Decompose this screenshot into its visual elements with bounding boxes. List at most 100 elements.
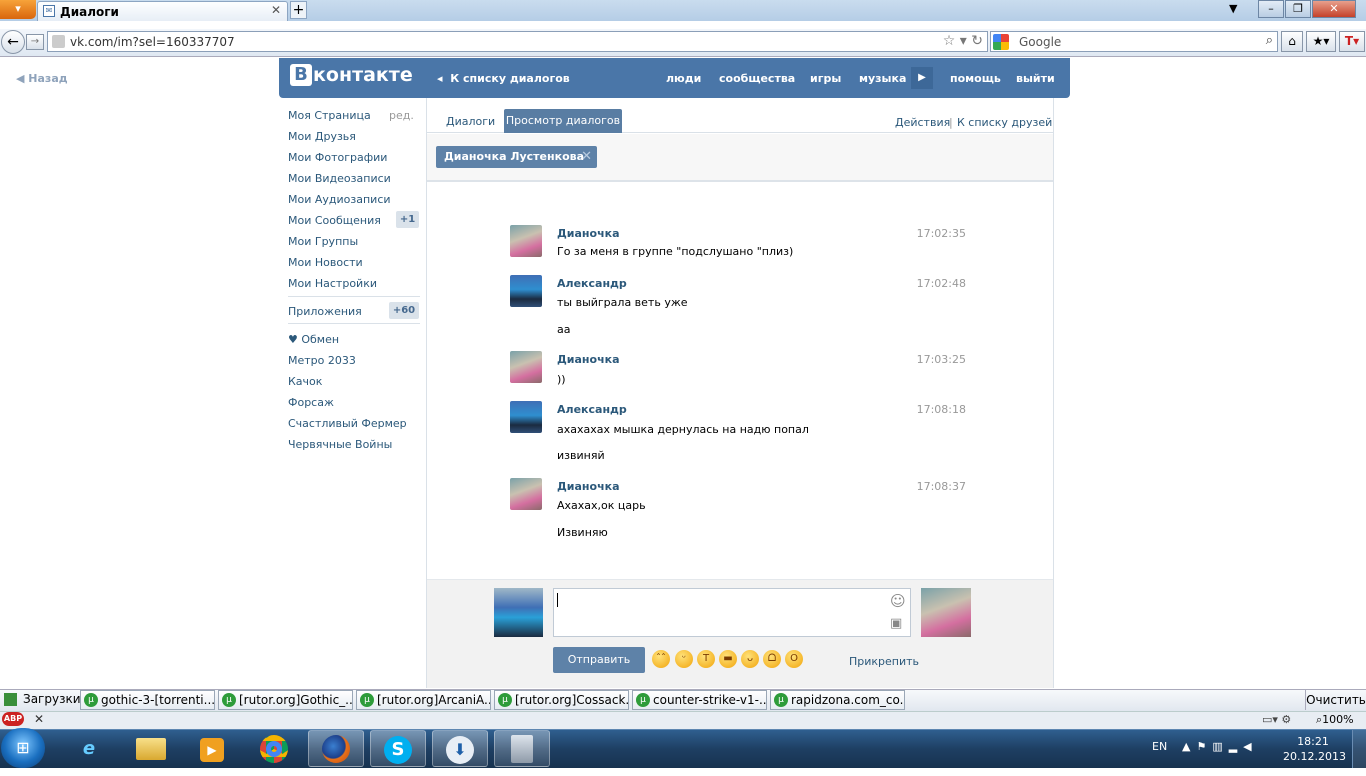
- menu-videos[interactable]: Мои Видеозаписи: [288, 172, 391, 185]
- language-indicator[interactable]: EN: [1152, 740, 1167, 753]
- avatar[interactable]: [510, 351, 542, 383]
- peer-avatar[interactable]: [921, 588, 971, 637]
- menu-news[interactable]: Мои Новости: [288, 256, 363, 269]
- apps-badge[interactable]: +60: [389, 302, 419, 319]
- download-manager-icon[interactable]: ⬇: [432, 730, 488, 767]
- menu-apps[interactable]: Приложения: [288, 305, 362, 318]
- nav-games[interactable]: игры: [810, 72, 841, 85]
- message-author[interactable]: Александр: [557, 403, 627, 416]
- clear-downloads-button[interactable]: Очистить: [1305, 690, 1366, 710]
- media-player-icon[interactable]: ▶: [184, 730, 240, 767]
- browser-tab[interactable]: ✉ Диалоги ✕: [37, 1, 288, 21]
- edit-link[interactable]: ред.: [389, 109, 414, 122]
- bookmarks-menu-button[interactable]: ★▾: [1306, 31, 1336, 52]
- nav-people[interactable]: люди: [666, 72, 701, 85]
- message-author[interactable]: Дианочка: [557, 227, 620, 240]
- download-item[interactable]: µ [rutor.org]ArcaniA...: [356, 690, 491, 710]
- tab-view-dialogs[interactable]: Просмотр диалогов: [504, 109, 622, 133]
- message-author[interactable]: Александр: [557, 277, 627, 290]
- message-time[interactable]: 17:08:37: [917, 480, 966, 493]
- message-author[interactable]: Дианочка: [557, 353, 620, 366]
- menu-audios[interactable]: Мои Аудиозаписи: [288, 193, 391, 206]
- peer-chip[interactable]: Дианочка Лустенкова ✕: [436, 146, 597, 168]
- to-friends-link[interactable]: К списку друзей: [957, 116, 1052, 129]
- app-item-exchange[interactable]: ♥ Обмен: [288, 333, 339, 346]
- close-addon-bar-icon[interactable]: ✕: [34, 712, 44, 726]
- back-to-dialogs-link[interactable]: ◂ К списку диалогов: [437, 72, 570, 85]
- explorer-folder-icon[interactable]: [123, 730, 179, 767]
- back-link[interactable]: ◀ Назад: [16, 72, 68, 85]
- avatar[interactable]: [510, 401, 542, 433]
- forward-button[interactable]: →: [26, 34, 44, 50]
- show-desktop-button[interactable]: [1352, 730, 1366, 768]
- smiley-icon[interactable]: ☺: [890, 592, 906, 610]
- message-author[interactable]: Дианочка: [557, 480, 620, 493]
- adblock-icon[interactable]: ABP: [2, 712, 24, 726]
- nav-help[interactable]: помощь: [950, 72, 1001, 85]
- internet-explorer-icon[interactable]: e: [61, 730, 117, 767]
- close-tab-icon[interactable]: ✕: [271, 3, 281, 17]
- message-time[interactable]: 17:02:35: [917, 227, 966, 240]
- tray-icons[interactable]: ▲⚑▥▂◀: [1182, 740, 1258, 753]
- search-magnifier-icon[interactable]: ⌕: [1266, 33, 1273, 48]
- tab-list-arrow-icon[interactable]: ▼: [1229, 2, 1237, 15]
- avatar[interactable]: [510, 478, 542, 510]
- menu-messages[interactable]: Мои Сообщения: [288, 214, 381, 227]
- send-button[interactable]: Отправить: [553, 647, 645, 673]
- bookmark-star-icon[interactable]: ☆ ▾ ↻: [943, 33, 983, 49]
- google-engine-icon[interactable]: [993, 34, 1009, 50]
- download-item[interactable]: µ rapidzona.com_co...: [770, 690, 905, 710]
- home-button[interactable]: ⌂: [1281, 31, 1303, 52]
- firefox-taskbar-icon[interactable]: [308, 730, 364, 767]
- emoji-relieved-icon[interactable]: ᵕ: [675, 650, 693, 668]
- message-time[interactable]: 17:08:18: [917, 403, 966, 416]
- emoji-cry-icon[interactable]: Т: [697, 650, 715, 668]
- app-item-farmer[interactable]: Счастливый Фермер: [288, 417, 407, 430]
- new-tab-button[interactable]: +: [290, 1, 307, 19]
- nav-communities[interactable]: сообщества: [719, 72, 795, 85]
- firefox-menu-button[interactable]: ▾: [0, 0, 36, 19]
- maximize-button[interactable]: ❐: [1285, 0, 1311, 18]
- remove-peer-icon[interactable]: ✕: [581, 146, 592, 168]
- clock[interactable]: 18:21 20.12.2013: [1283, 734, 1346, 764]
- menu-my-page[interactable]: Моя Страница: [288, 109, 371, 122]
- nav-play-arrow-icon[interactable]: ▶: [911, 67, 933, 89]
- minimize-button[interactable]: –: [1258, 0, 1284, 18]
- zoom-level[interactable]: ⌕100%: [1316, 713, 1354, 727]
- archive-app-icon[interactable]: [494, 730, 550, 767]
- menu-photos[interactable]: Мои Фотографии: [288, 151, 387, 164]
- nav-music[interactable]: музыка: [859, 72, 906, 85]
- vk-logo[interactable]: Вконтакте: [290, 64, 413, 90]
- message-time[interactable]: 17:03:25: [917, 353, 966, 366]
- download-item[interactable]: µ gothic-3-[torrenti...: [80, 690, 215, 710]
- site-identity-icon[interactable]: [52, 35, 65, 48]
- camera-icon[interactable]: ▣: [890, 616, 902, 631]
- close-window-button[interactable]: ✕: [1312, 0, 1356, 18]
- message-time[interactable]: 17:02:48: [917, 277, 966, 290]
- attach-link[interactable]: Прикрепить: [849, 655, 919, 668]
- app-item-kachok[interactable]: Качок: [288, 375, 322, 388]
- emoji-angry-icon[interactable]: ᗝ: [763, 650, 781, 668]
- translate-addon-button[interactable]: T▾: [1339, 31, 1365, 52]
- start-button[interactable]: ⊞: [1, 728, 45, 768]
- messages-badge[interactable]: +1: [396, 211, 419, 228]
- back-button[interactable]: ←: [1, 30, 25, 54]
- tab-dialogs[interactable]: Диалоги: [446, 115, 495, 128]
- menu-settings[interactable]: Мои Настройки: [288, 277, 377, 290]
- menu-friends[interactable]: Мои Друзья: [288, 130, 356, 143]
- menu-groups[interactable]: Мои Группы: [288, 235, 358, 248]
- message-input[interactable]: [553, 588, 911, 637]
- chrome-icon[interactable]: [246, 730, 302, 767]
- app-item-metro[interactable]: Метро 2033: [288, 354, 356, 367]
- download-item[interactable]: µ [rutor.org]Cossack...: [494, 690, 629, 710]
- nav-logout[interactable]: выйти: [1016, 72, 1055, 85]
- emoji-tongue-icon[interactable]: ᴗ: [741, 650, 759, 668]
- emoji-grin-icon[interactable]: ▬: [719, 650, 737, 668]
- addon-icons[interactable]: ▭▾ ⚙: [1262, 713, 1291, 726]
- skype-icon[interactable]: S: [370, 730, 426, 767]
- search-bar[interactable]: Google ⌕: [990, 31, 1278, 52]
- app-item-forsazh[interactable]: Форсаж: [288, 396, 334, 409]
- emoji-laugh-icon[interactable]: ˆˆ: [652, 650, 670, 668]
- actions-link[interactable]: Действия: [895, 116, 950, 129]
- avatar[interactable]: [510, 275, 542, 307]
